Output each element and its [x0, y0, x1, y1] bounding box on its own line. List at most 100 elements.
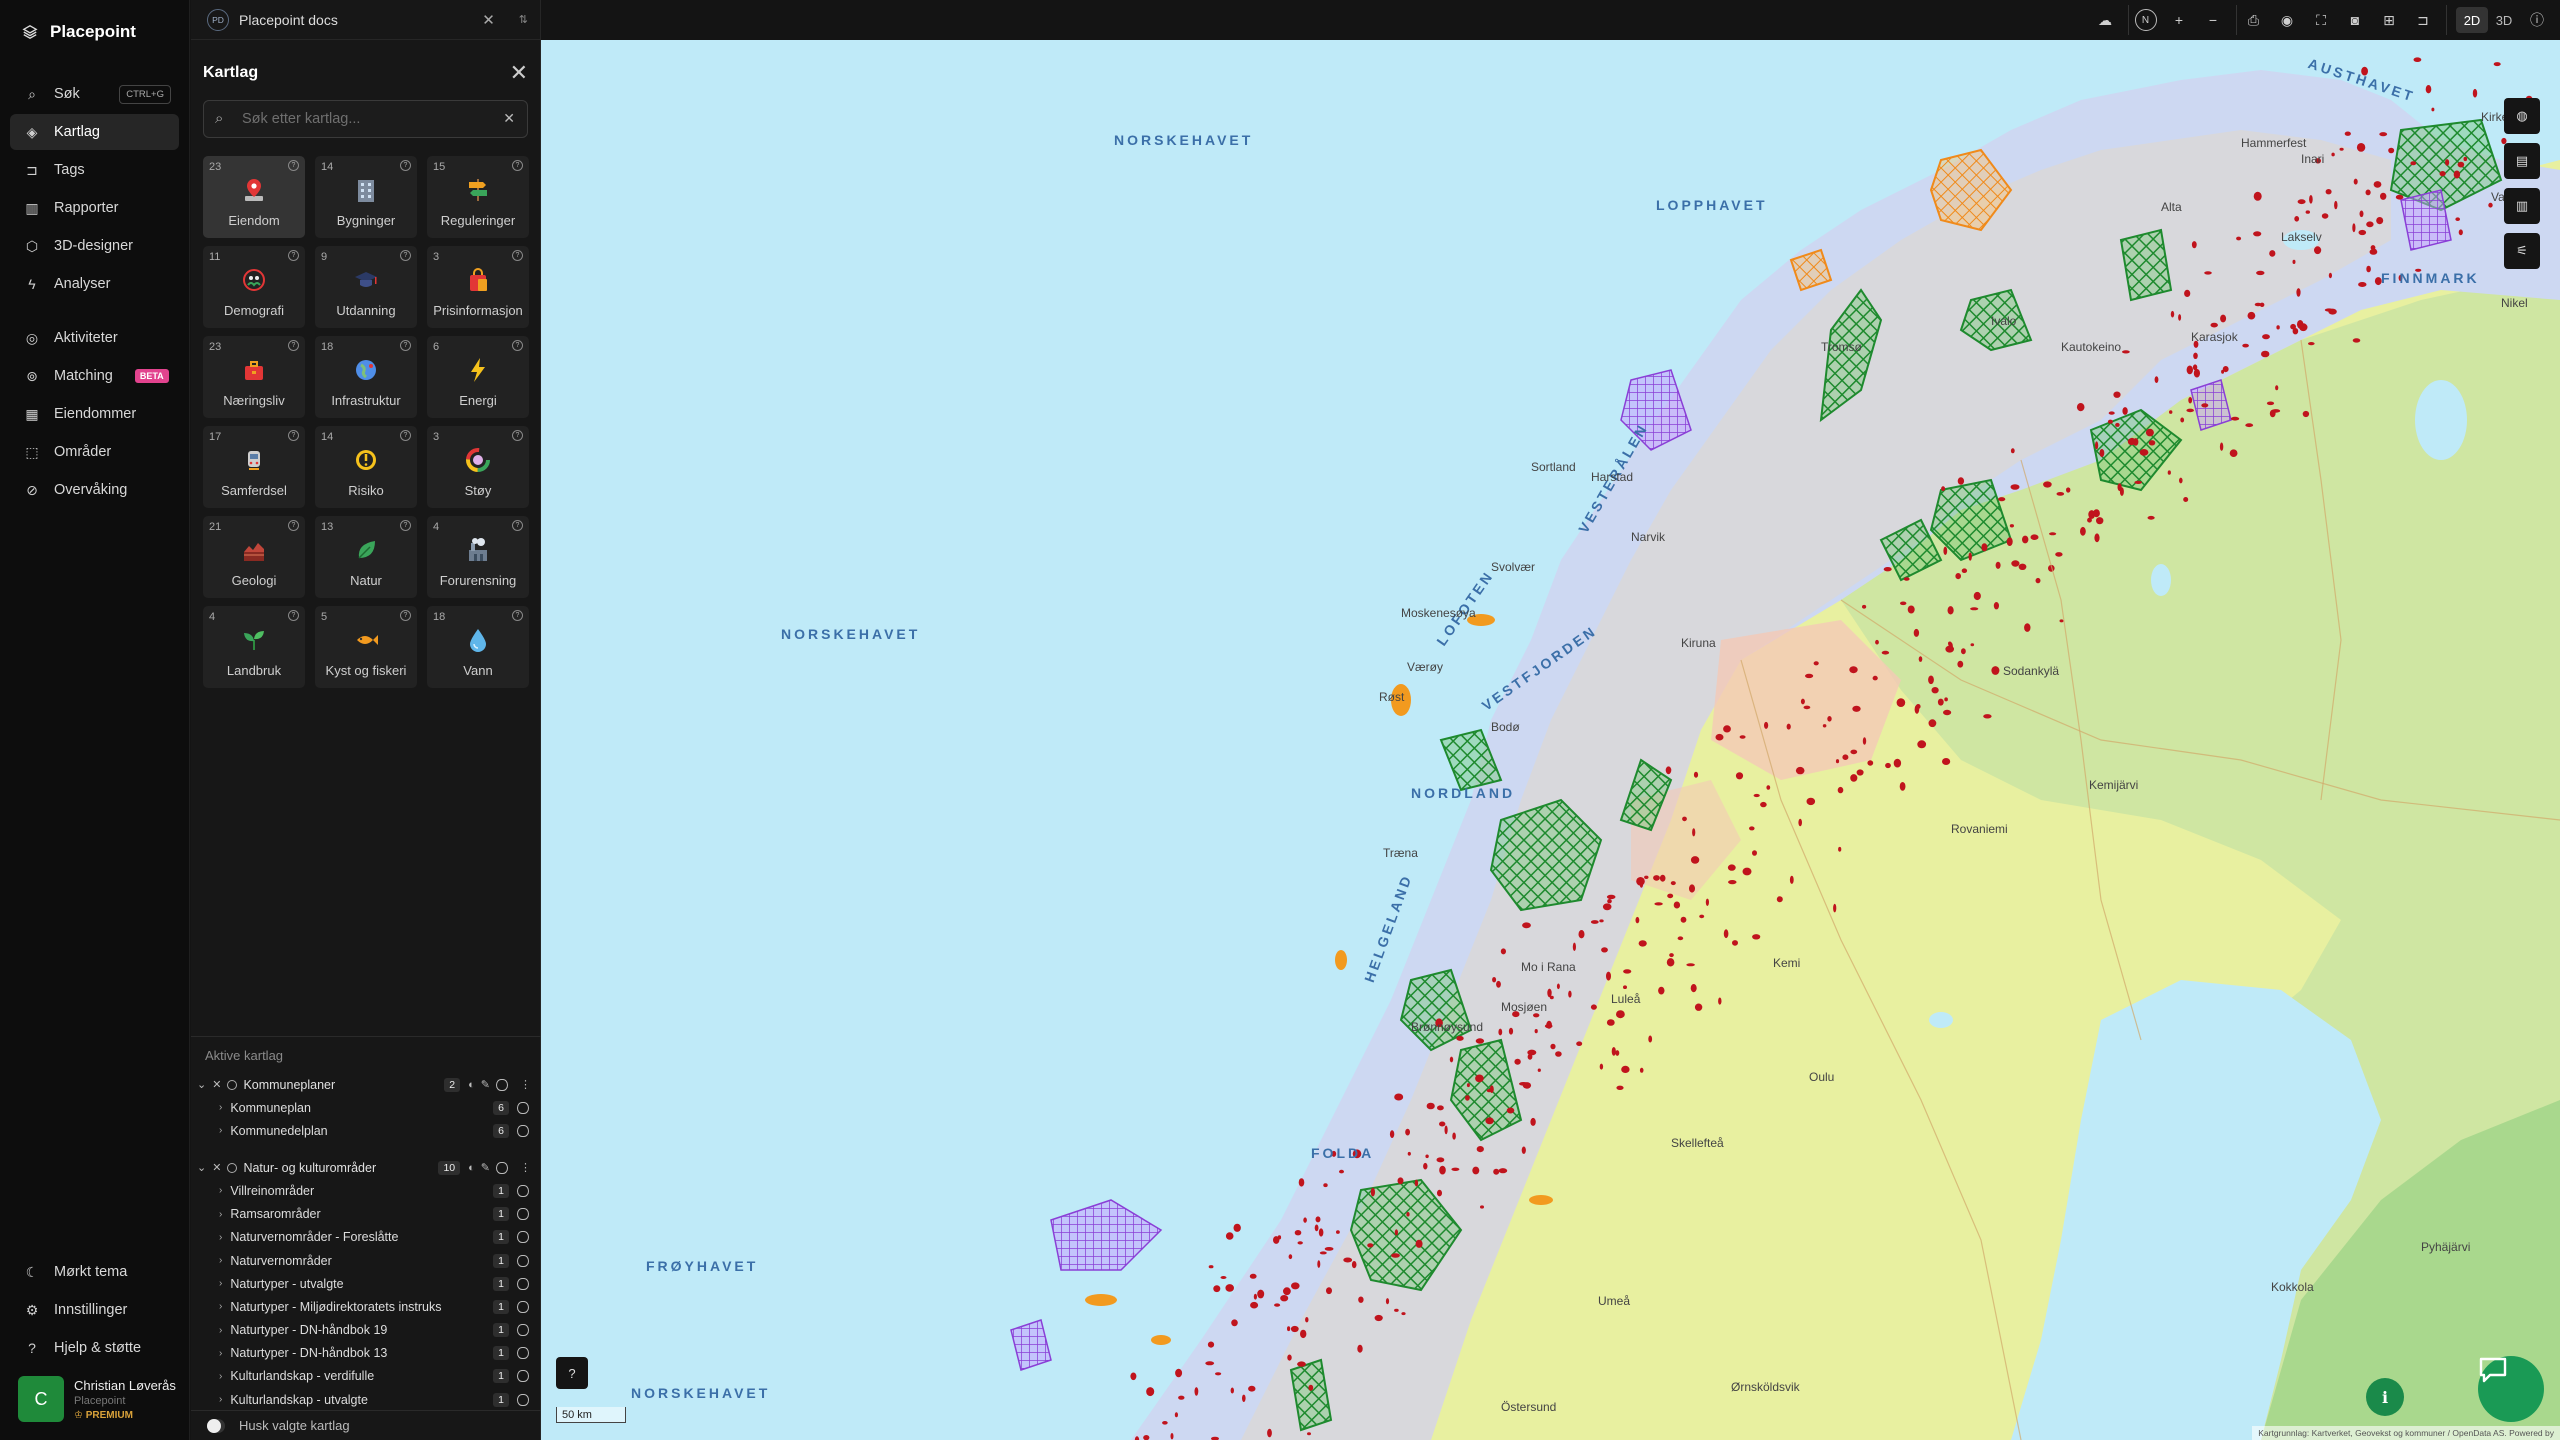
nav-item-dark-theme[interactable]: ☾ Mørkt tema: [10, 1254, 180, 1290]
document-tab[interactable]: PD Placepoint docs ✕ ⇅: [191, 0, 540, 40]
info-icon[interactable]: ?: [512, 610, 523, 621]
eye-icon[interactable]: [517, 1370, 529, 1383]
layer-category-3[interactable]: 11? Demografi: [203, 246, 305, 328]
chevron-right-icon[interactable]: ›: [219, 1394, 222, 1405]
opacity-icon[interactable]: ◐: [468, 1162, 475, 1174]
layer-category-4[interactable]: 9? Utdanning: [315, 246, 417, 328]
app-brand[interactable]: Placepoint: [0, 0, 189, 64]
compass-button[interactable]: N: [2128, 5, 2162, 35]
info-icon[interactable]: ?: [400, 520, 411, 531]
chevron-right-icon[interactable]: ›: [219, 1209, 222, 1220]
eye-icon[interactable]: [496, 1078, 508, 1091]
active-layer-row[interactable]: › Ramsarområder 1: [191, 1203, 541, 1226]
layer-category-12[interactable]: 21? Geologi: [203, 516, 305, 598]
layer-category-5[interactable]: 3? Prisinformasjon: [427, 246, 529, 328]
layer-category-13[interactable]: 13? Natur: [315, 516, 417, 598]
active-layer-row[interactable]: › Naturvernområder 1: [191, 1249, 541, 1272]
chevron-right-icon[interactable]: ›: [219, 1325, 222, 1336]
map-help-icon[interactable]: ?: [556, 1357, 588, 1389]
info-icon[interactable]: ?: [288, 340, 299, 351]
eye-icon[interactable]: [517, 1101, 529, 1114]
chevron-right-icon[interactable]: ›: [219, 1371, 222, 1382]
layer-category-11[interactable]: 3? Støy: [427, 426, 529, 508]
nav-item-map-layers[interactable]: ◈ Kartlag: [10, 114, 179, 150]
map-canvas[interactable]: NORSKEHAVET NORSKEHAVET NORSKEHAVET AUST…: [541, 40, 2560, 1440]
layer-category-14[interactable]: 4? Forurensning: [427, 516, 529, 598]
mode-3d-button[interactable]: 3D: [2488, 7, 2520, 33]
layer-category-16[interactable]: 5? Kyst og fiskeri: [315, 606, 417, 688]
print-icon[interactable]: ⎙: [2236, 5, 2270, 35]
nav-item-areas[interactable]: ⬚ Områder: [10, 434, 179, 470]
fullscreen-icon[interactable]: ⛶: [2304, 5, 2338, 35]
measure-tool-icon[interactable]: ▤: [2504, 143, 2540, 179]
layer-category-7[interactable]: 18? Infrastruktur: [315, 336, 417, 418]
info-icon[interactable]: ?: [288, 610, 299, 621]
active-layer-row[interactable]: › Villreinområder 1: [191, 1179, 541, 1202]
chart-tool-icon[interactable]: ▥: [2504, 188, 2540, 224]
edit-icon[interactable]: ✎: [481, 1161, 490, 1174]
info-icon[interactable]: ?: [400, 340, 411, 351]
active-layer-row[interactable]: › Naturtyper - DN-håndbok 19 1: [191, 1319, 541, 1342]
eye-icon[interactable]: [517, 1124, 529, 1137]
chevron-right-icon[interactable]: ›: [219, 1255, 222, 1266]
chevron-right-icon[interactable]: ›: [219, 1348, 222, 1359]
chat-button[interactable]: [2478, 1356, 2544, 1422]
nav-item-settings[interactable]: ⚙ Innstillinger: [10, 1292, 180, 1328]
eye-icon[interactable]: ◉: [2270, 5, 2304, 35]
chevron-updown-icon[interactable]: ⇅: [519, 13, 528, 26]
layer-category-10[interactable]: 14? Risiko: [315, 426, 417, 508]
active-layer-row[interactable]: › Naturtyper - DN-håndbok 13 1: [191, 1342, 541, 1365]
info-icon[interactable]: ?: [512, 430, 523, 441]
settings-tool-icon[interactable]: ⚟: [2504, 233, 2540, 269]
eye-icon[interactable]: [517, 1254, 529, 1267]
layer-category-8[interactable]: 6? Energi: [427, 336, 529, 418]
info-icon[interactable]: ⓘ: [2520, 5, 2554, 35]
eye-icon[interactable]: [517, 1231, 529, 1244]
close-icon[interactable]: ✕: [482, 11, 495, 29]
nav-item-properties[interactable]: ▦ Eiendommer: [10, 396, 179, 432]
active-layer-group[interactable]: ⌄ ✕ Natur- og kulturområder 10 ◐ ✎ ⋮: [191, 1156, 541, 1179]
info-icon[interactable]: ?: [512, 250, 523, 261]
active-layer-row[interactable]: › Kommunedelplan 6: [191, 1119, 541, 1142]
mode-2d-button[interactable]: 2D: [2456, 7, 2488, 33]
eye-icon[interactable]: [517, 1347, 529, 1360]
info-icon[interactable]: [227, 1079, 238, 1090]
info-icon[interactable]: ?: [512, 340, 523, 351]
info-icon[interactable]: ?: [288, 430, 299, 441]
remove-icon[interactable]: ✕: [212, 1161, 221, 1174]
eye-icon[interactable]: [517, 1277, 529, 1290]
chevron-down-icon[interactable]: ⌄: [197, 1161, 206, 1174]
chevron-right-icon[interactable]: ›: [219, 1278, 222, 1289]
chevron-right-icon[interactable]: ›: [219, 1102, 222, 1113]
chevron-down-icon[interactable]: ⌄: [197, 1078, 206, 1091]
layer-category-6[interactable]: 23? Næringsliv: [203, 336, 305, 418]
info-icon[interactable]: ?: [512, 520, 523, 531]
nav-item-tags[interactable]: ⊐ Tags: [10, 152, 179, 188]
info-icon[interactable]: ?: [400, 430, 411, 441]
active-layer-group[interactable]: ⌄ ✕ Kommuneplaner 2 ◐ ✎ ⋮: [191, 1073, 541, 1096]
zoom-in-button[interactable]: +: [2162, 5, 2196, 35]
more-vertical-icon[interactable]: ⋮: [520, 1078, 531, 1091]
nav-item-reports[interactable]: ▥ Rapporter: [10, 190, 179, 226]
info-icon[interactable]: ?: [400, 610, 411, 621]
camera-icon[interactable]: ◙: [2338, 5, 2372, 35]
active-layer-row[interactable]: › Kommuneplan 6: [191, 1096, 541, 1119]
info-icon[interactable]: ?: [288, 250, 299, 261]
nav-item-search[interactable]: ⌕ Søk CTRL+G: [10, 76, 179, 112]
chevron-right-icon[interactable]: ›: [219, 1232, 222, 1243]
eye-icon[interactable]: [517, 1324, 529, 1337]
edit-icon[interactable]: ✎: [481, 1078, 490, 1091]
bookmark-icon[interactable]: ⊐: [2406, 5, 2440, 35]
eye-icon[interactable]: [517, 1300, 529, 1313]
remember-toggle[interactable]: [207, 1418, 225, 1433]
info-icon[interactable]: ?: [400, 160, 411, 171]
zoom-out-button[interactable]: −: [2196, 5, 2230, 35]
opacity-icon[interactable]: ◐: [468, 1079, 475, 1091]
layer-search-input[interactable]: [204, 101, 527, 137]
clear-icon[interactable]: ✕: [503, 110, 515, 127]
nav-item-3d-designer[interactable]: ⬡ 3D-designer: [10, 228, 179, 264]
info-icon[interactable]: [227, 1162, 238, 1173]
layer-category-1[interactable]: 14? Bygninger: [315, 156, 417, 238]
chevron-right-icon[interactable]: ›: [219, 1301, 222, 1312]
map-layers-tool-icon[interactable]: ◍: [2504, 98, 2540, 134]
